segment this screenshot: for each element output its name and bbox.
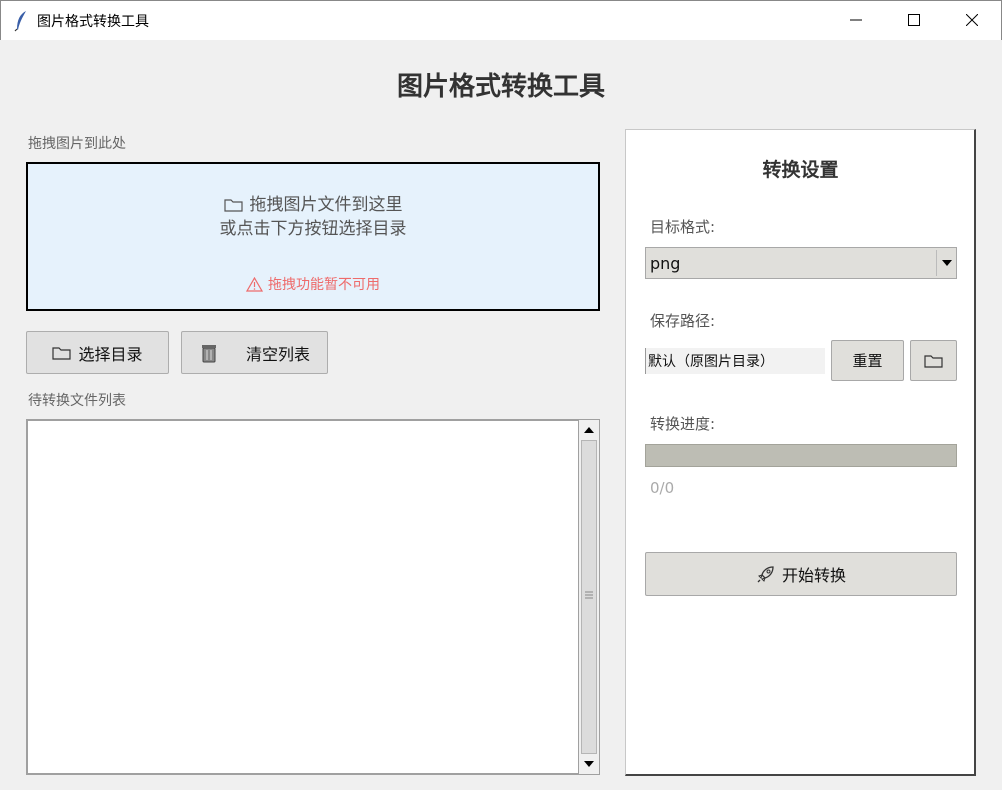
clear-list-label: 清空列表 [246,344,311,364]
progress-label: 转换进度: [650,415,716,433]
window-title: 图片格式转换工具 [37,14,149,30]
format-dropdown-button[interactable] [936,250,956,276]
start-conversion-label: 开始转换 [781,566,846,585]
title-bar[interactable]: 图片格式转换工具 [0,0,1002,40]
feather-icon [14,10,28,32]
scroll-down-button[interactable] [580,755,598,773]
target-format-value: png [650,254,681,273]
save-path-label: 保存路径: [650,312,716,330]
page-title: 图片格式转换工具 [396,72,605,102]
file-list[interactable] [26,419,600,775]
drop-warning-text: 拖拽功能暂不可用 [268,277,380,293]
minimize-icon [850,19,862,21]
folder-icon [52,345,72,361]
target-format-select[interactable]: png [645,247,957,279]
maximize-icon [908,14,920,26]
reset-path-button[interactable]: 重置 [831,340,904,381]
rocket-icon [756,564,776,584]
drop-instruction-line2: 或点击下方按钮选择目录 [219,219,407,239]
select-directory-button[interactable]: 选择目录 [26,331,169,374]
close-icon [966,14,978,26]
folder-icon [923,354,943,368]
file-list-scrollbar[interactable] [578,419,600,775]
start-conversion-button[interactable]: 开始转换 [645,552,957,596]
grip-icon [585,591,593,599]
select-directory-label: 选择目录 [78,344,143,364]
settings-panel: 转换设置 目标格式: png 保存路径: 默认（原图片目录） 重置 转换进度: … [625,129,976,776]
warning-triangle-icon [245,276,264,296]
close-button[interactable] [943,1,1001,39]
maximize-button[interactable] [885,1,943,39]
progress-bar [645,444,957,467]
file-list-label: 待转换文件列表 [28,393,126,409]
scroll-thumb[interactable] [581,440,597,754]
save-path-field[interactable]: 默认（原图片目录） [645,348,825,374]
scroll-up-button[interactable] [580,421,598,439]
drop-line1-text: 拖拽图片文件到这里 [249,195,403,215]
browse-folder-button[interactable] [910,340,957,381]
arrow-up-icon [584,427,594,433]
clear-list-button[interactable]: 清空列表 [181,331,328,374]
drop-warning: 拖拽功能暂不可用 [28,274,598,296]
drop-zone[interactable]: 拖拽图片文件到这里 或点击下方按钮选择目录 拖拽功能暂不可用 [26,162,600,311]
drop-section-label: 拖拽图片到此处 [28,136,126,152]
progress-count: 0/0 [650,479,675,497]
target-format-label: 目标格式: [650,218,716,236]
minimize-button[interactable] [827,1,885,39]
settings-title: 转换设置 [762,159,839,181]
trash-icon [200,343,218,363]
arrow-down-icon [584,761,594,767]
chevron-down-icon [941,260,952,266]
